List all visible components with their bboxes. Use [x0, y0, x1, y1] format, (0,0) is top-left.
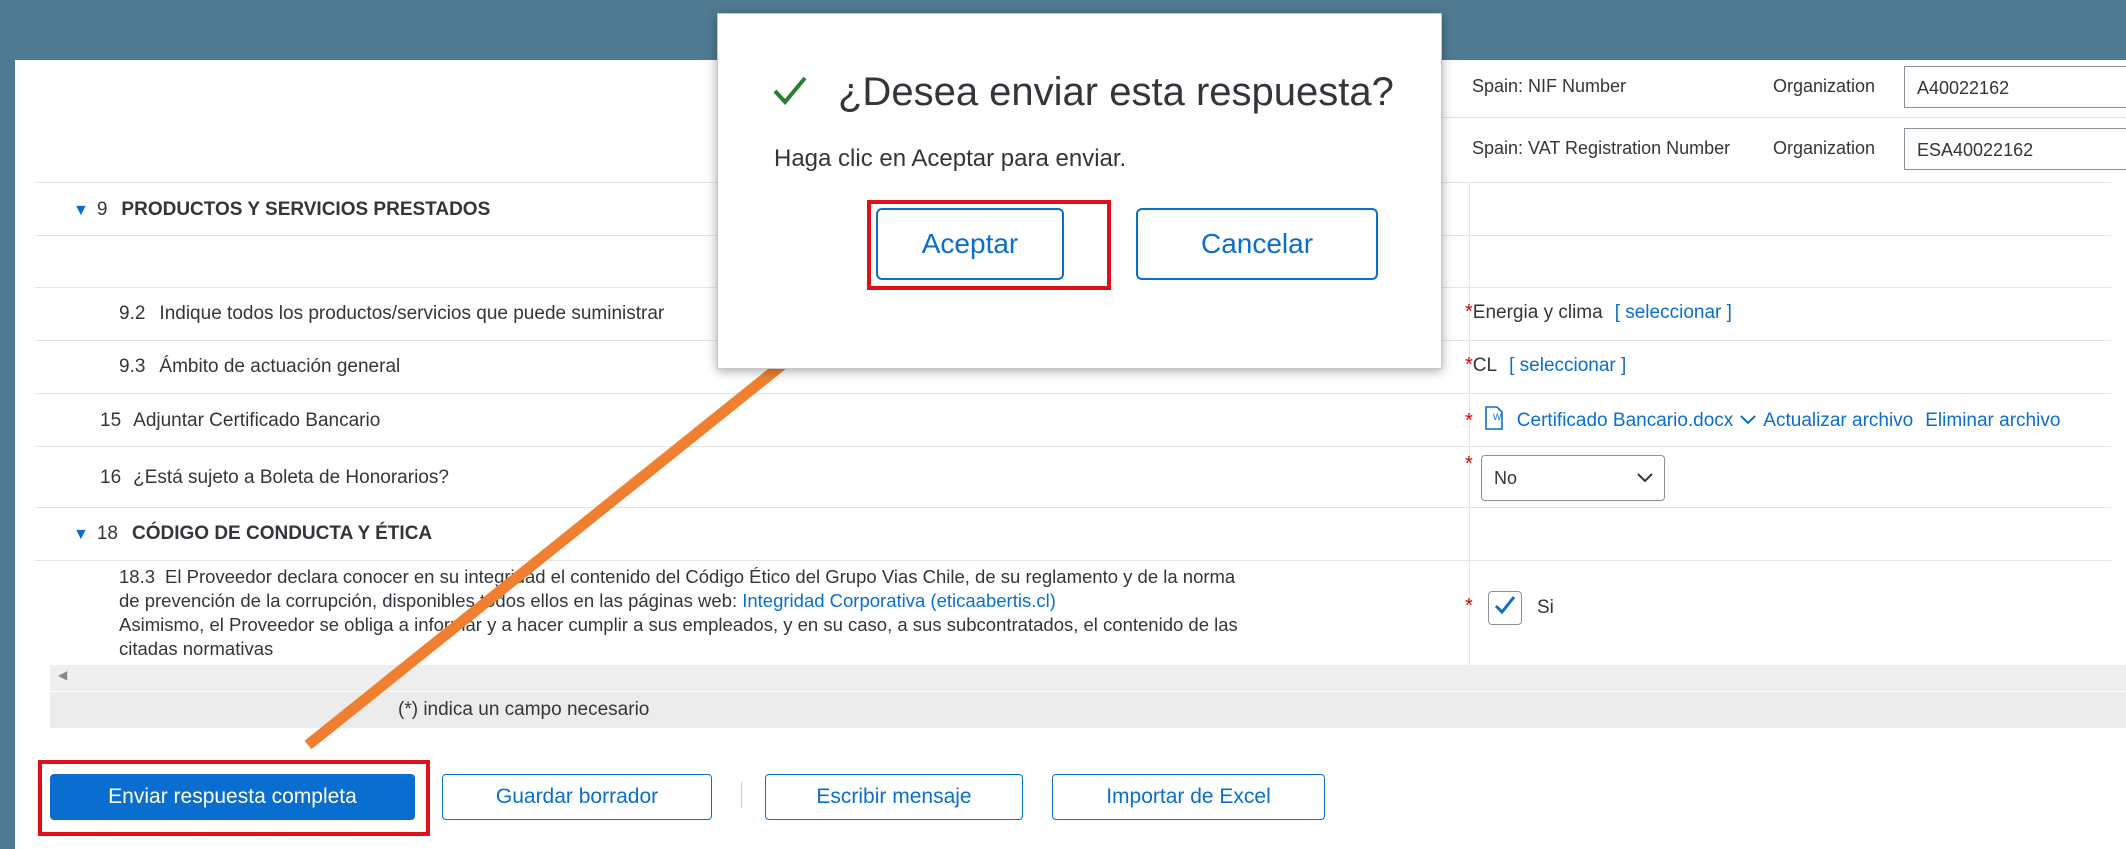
dialog-body: Haga clic en Aceptar para enviar.: [774, 145, 1127, 172]
dialog-title: ¿Desea enviar esta respuesta?: [838, 70, 1394, 114]
cancel-button[interactable]: Cancelar: [1136, 208, 1378, 280]
checkmark-icon: [772, 74, 808, 113]
highlight-box: [867, 200, 1111, 290]
confirm-dialog: ¿Desea enviar esta respuesta? Haga clic …: [717, 13, 1442, 369]
